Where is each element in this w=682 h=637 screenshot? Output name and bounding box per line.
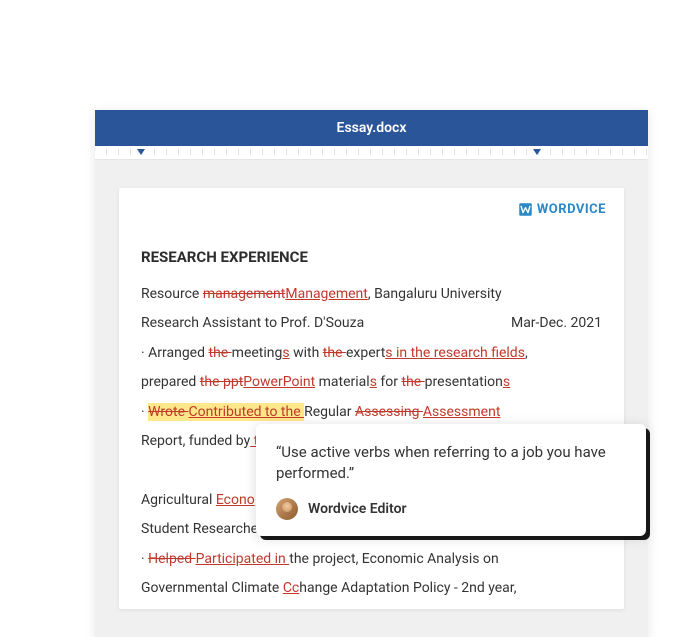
text: Governmental Climate — [141, 580, 283, 596]
text: with — [290, 345, 323, 361]
insertion: PowerPoint — [243, 374, 315, 390]
insertion: Cc — [283, 580, 299, 596]
line-1: Resource managementManagement, Bangaluru… — [141, 280, 602, 309]
document-title: Essay.docx — [337, 120, 407, 136]
editor-comment-tooltip[interactable]: “Use active verbs when referring to a jo… — [256, 424, 646, 536]
deletion: the — [323, 345, 346, 361]
insertion: s — [370, 374, 377, 390]
text: · Arranged — [141, 345, 208, 361]
text: hange Adaptation Policy - 2nd year, — [299, 580, 516, 596]
author-avatar — [276, 498, 298, 520]
ruler-indent-right-icon[interactable] — [533, 149, 541, 155]
date-text: Mar-Dec. 2021 — [511, 309, 602, 338]
text: prepared — [141, 374, 200, 390]
text: Regular — [304, 404, 355, 420]
deletion: management — [203, 286, 286, 302]
text: Resource — [141, 286, 203, 302]
word-processor-window: Essay.docx WORDVICE RESEARCH EXPERIENCE … — [95, 110, 648, 637]
deletion: the ppt — [200, 374, 244, 390]
document-area: WORDVICE RESEARCH EXPERIENCE Resource ma… — [95, 160, 648, 637]
section-heading: RESEARCH EXPERIENCE — [141, 248, 602, 266]
deletion: Wrote — [148, 404, 188, 420]
ruler-indent-left-icon[interactable] — [137, 149, 145, 155]
insertion: Assessment — [423, 404, 500, 420]
wordvice-logo-icon — [518, 202, 533, 217]
line-5: · Wrote Contributed to the Regular Asses… — [141, 398, 602, 427]
insertion: Management — [285, 286, 367, 302]
deletion: Helped — [148, 551, 195, 567]
text: the project, Economic Analysis on — [289, 551, 498, 567]
author-name: Wordvice Editor — [308, 501, 407, 517]
insertion: Econo — [216, 492, 255, 508]
text: Research Assistant to Prof. D'Souza — [141, 309, 364, 338]
comment-author-row: Wordvice Editor — [276, 498, 626, 520]
insertion: s — [282, 345, 289, 361]
ruler[interactable] — [95, 146, 648, 160]
text: meeting — [232, 345, 283, 361]
insertion: Participated in — [196, 551, 290, 567]
text: material — [315, 374, 370, 390]
line-10: · Helped Participated in the project, Ec… — [141, 545, 602, 574]
text: for — [377, 374, 402, 390]
line-4: prepared the pptPowerPoint materials for… — [141, 368, 602, 397]
deletion: Assessing — [355, 404, 423, 420]
insertion: Contributed to the — [189, 404, 305, 420]
insertion: s in the research fields — [385, 345, 525, 361]
document-page[interactable]: WORDVICE RESEARCH EXPERIENCE Resource ma… — [119, 188, 624, 609]
deletion: the — [208, 345, 231, 361]
text: expert — [346, 345, 385, 361]
line-3: · Arranged the meetings with the experts… — [141, 339, 602, 368]
text: presentation — [425, 374, 503, 390]
wordvice-logo-text: WORDVICE — [537, 202, 606, 217]
deletion: the — [401, 374, 424, 390]
ruler-ticks — [95, 146, 648, 159]
line-11: Governmental Climate Cchange Adaptation … — [141, 574, 602, 603]
text: , Bangaluru University — [368, 286, 502, 302]
window-title-bar: Essay.docx — [95, 110, 648, 146]
line-2: Research Assistant to Prof. D'Souza Mar-… — [141, 309, 602, 338]
insertion: s — [503, 374, 510, 390]
wordvice-logo: WORDVICE — [518, 202, 606, 217]
text: , — [525, 345, 528, 361]
comment-text: “Use active verbs when referring to a jo… — [276, 442, 626, 484]
text: Report, funded by — [141, 433, 250, 449]
highlight[interactable]: Wrote Contributed to the — [148, 403, 304, 421]
text: Agricultural — [141, 492, 216, 508]
